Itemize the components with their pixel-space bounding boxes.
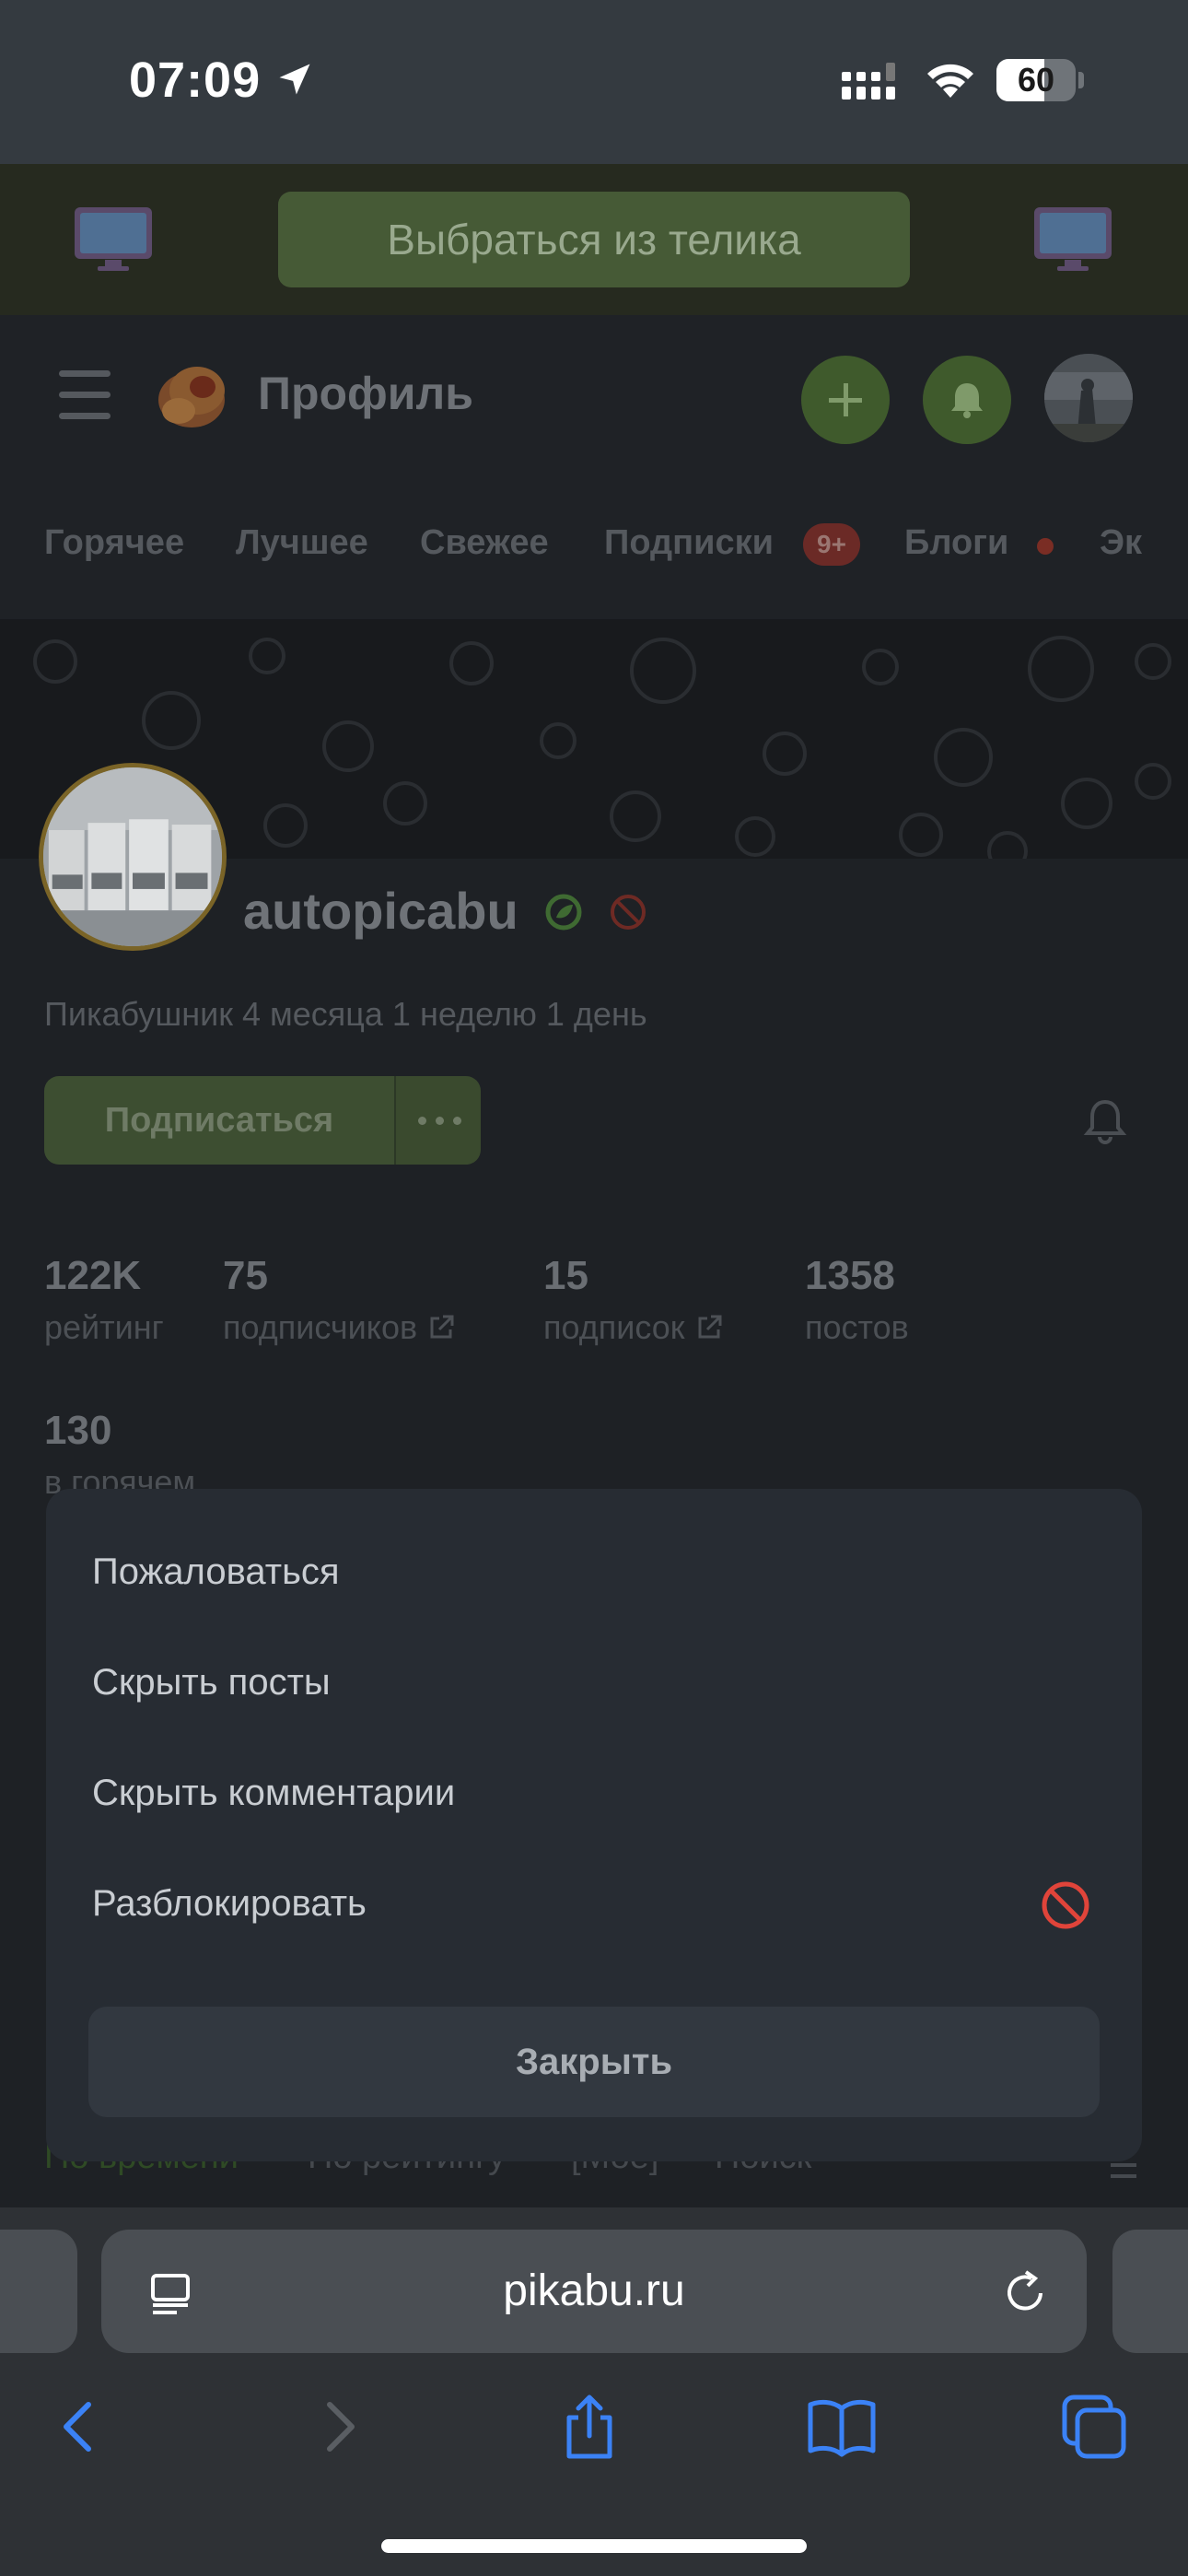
leaf-badge-icon: [545, 894, 582, 931]
status-bar: 07:09 60: [0, 0, 1188, 164]
tv-banner: Выбраться из телика: [0, 164, 1188, 315]
add-post-button[interactable]: [801, 356, 890, 444]
subscriptions-count-badge: 9+: [803, 523, 860, 566]
tab-more[interactable]: Эк: [1100, 523, 1142, 563]
action-sheet: Пожаловаться Скрыть посты Скрыть коммент…: [46, 1489, 1142, 2161]
tab-best[interactable]: Лучшее: [236, 523, 368, 563]
browser-toolbar: pikabu.ru: [0, 2207, 1188, 2576]
close-button[interactable]: Закрыть: [88, 2007, 1100, 2117]
tab-subscriptions[interactable]: Подписки: [604, 523, 774, 563]
block-icon: [1042, 1881, 1089, 1929]
tv-icon: [75, 207, 152, 271]
pikabu-logo-icon[interactable]: [151, 354, 232, 433]
tab-blogs[interactable]: Блоги: [904, 523, 1008, 563]
bell-icon: [951, 383, 983, 418]
hide-posts-item[interactable]: Скрыть посты: [92, 1662, 331, 1704]
tab-hot[interactable]: Горячее: [44, 523, 184, 563]
plus-icon: [829, 383, 862, 416]
hamburger-menu-icon[interactable]: [59, 369, 114, 422]
tv-icon: [1034, 207, 1112, 271]
stat-posts: 1358 постов: [805, 1253, 909, 1346]
battery-percent: 60: [1017, 61, 1055, 99]
more-options-button[interactable]: [394, 1076, 481, 1165]
profile-username: autopicabu: [243, 882, 518, 940]
avatar[interactable]: [1044, 354, 1133, 442]
next-tab-preview[interactable]: [1112, 2230, 1188, 2353]
app-header: Профиль: [0, 315, 1188, 481]
bell-outline-icon[interactable]: [1079, 1095, 1131, 1146]
profile-since: Пикабушник 4 месяца 1 неделю 1 день: [44, 995, 647, 1033]
notifications-button[interactable]: [923, 356, 1011, 444]
stat-hot: 130 в горячем: [44, 1408, 196, 1501]
blogs-dot-badge: [1037, 538, 1054, 555]
exit-tv-button[interactable]: Выбраться из телика: [278, 192, 910, 287]
address-bar[interactable]: pikabu.ru: [101, 2230, 1087, 2353]
tabs-icon[interactable]: [1057, 2390, 1131, 2464]
cellular-signal-icon: [842, 63, 895, 100]
status-time: 07:09: [129, 53, 262, 108]
share-icon[interactable]: [553, 2390, 626, 2464]
battery-icon: 60: [996, 59, 1085, 101]
tab-fresh[interactable]: Свежее: [420, 523, 549, 563]
screen: 07:09 60 Выбраться из телика Профиль Гор…: [0, 0, 1188, 2576]
blocked-icon: [611, 895, 646, 930]
nav-tabs: Горячее Лучшее Свежее Подписки 9+ Блоги …: [0, 481, 1188, 619]
unblock-item[interactable]: Разблокировать: [92, 1883, 367, 1925]
profile-avatar: [39, 763, 227, 951]
location-arrow-icon: [279, 64, 310, 95]
forward-icon[interactable]: [302, 2390, 376, 2464]
external-link-icon: [698, 1315, 722, 1339]
previous-tab-preview[interactable]: [0, 2230, 77, 2353]
reload-icon[interactable]: [1000, 2268, 1050, 2318]
bookmarks-icon[interactable]: [805, 2390, 879, 2464]
hide-comments-item[interactable]: Скрыть комментарии: [92, 1773, 455, 1814]
stat-subscriptions[interactable]: 15 подписок: [543, 1253, 724, 1347]
back-icon[interactable]: [42, 2390, 116, 2464]
report-item[interactable]: Пожаловаться: [92, 1551, 340, 1593]
subscribe-button[interactable]: Подписаться: [44, 1076, 394, 1165]
stat-rating: 122K рейтинг: [44, 1253, 164, 1346]
url-text: pikabu.ru: [503, 2266, 685, 2315]
wifi-icon: [927, 64, 973, 98]
page-title: Профиль: [258, 368, 474, 419]
external-link-icon: [430, 1315, 454, 1339]
home-indicator: [381, 2539, 807, 2553]
stat-followers[interactable]: 75 подписчиков: [223, 1253, 456, 1347]
